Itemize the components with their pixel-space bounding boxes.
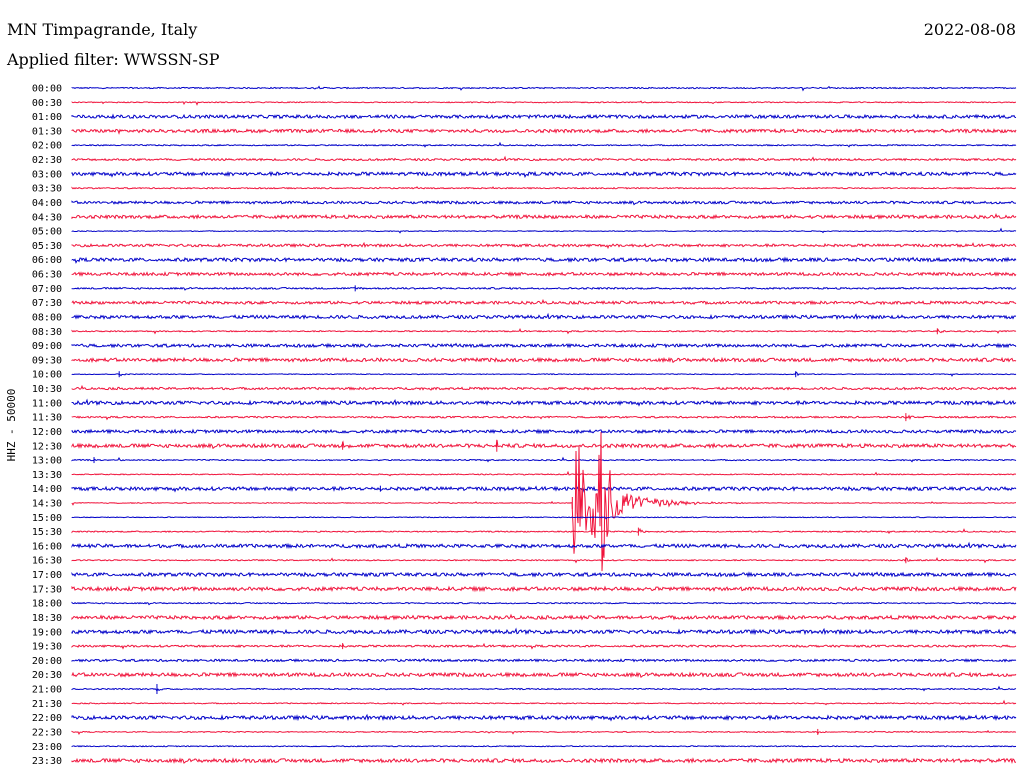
trace-0900 xyxy=(71,342,1017,349)
time-label-1900: 19:00 xyxy=(32,627,62,638)
trace-0930 xyxy=(71,356,1017,364)
trace-0130 xyxy=(71,127,1017,135)
time-label-0400: 04:00 xyxy=(32,198,62,209)
time-label-0100: 01:00 xyxy=(32,112,62,123)
trace-2230 xyxy=(71,729,1017,735)
time-label-1800: 18:00 xyxy=(32,599,62,610)
time-label-1030: 10:30 xyxy=(32,384,62,395)
time-label-1430: 14:30 xyxy=(32,498,62,509)
trace-1100 xyxy=(71,398,1017,407)
time-label-0200: 02:00 xyxy=(32,141,62,152)
time-label-0230: 02:30 xyxy=(32,155,62,166)
trace-0530 xyxy=(71,241,1017,250)
time-label-0330: 03:30 xyxy=(32,184,62,195)
time-label-0700: 07:00 xyxy=(32,284,62,295)
time-label-1330: 13:30 xyxy=(32,470,62,481)
time-label-0030: 00:30 xyxy=(32,98,62,109)
time-label-1930: 19:30 xyxy=(32,642,62,653)
trace-1130 xyxy=(71,414,1017,421)
trace-1230 xyxy=(71,440,1017,450)
time-label-1830: 18:30 xyxy=(32,613,62,624)
trace-0400 xyxy=(71,200,1017,206)
trace-1730 xyxy=(71,585,1017,593)
trace-1430 xyxy=(71,432,1017,572)
time-label-1300: 13:00 xyxy=(32,456,62,467)
trace-2200 xyxy=(71,713,1017,722)
time-label-0900: 09:00 xyxy=(32,341,62,352)
trace-1930 xyxy=(71,642,1017,650)
time-label-1600: 16:00 xyxy=(32,541,62,552)
time-label-0930: 09:30 xyxy=(32,355,62,366)
time-label-2030: 20:30 xyxy=(32,670,62,681)
time-label-0000: 00:00 xyxy=(32,84,62,95)
trace-0830 xyxy=(71,328,1017,335)
trace-0500 xyxy=(71,227,1017,234)
time-label-2130: 21:30 xyxy=(32,699,62,710)
time-label-2100: 21:00 xyxy=(32,685,62,696)
trace-2300 xyxy=(71,745,1017,748)
trace-1030 xyxy=(71,384,1017,391)
time-label-0500: 05:00 xyxy=(32,227,62,238)
time-label-1000: 10:00 xyxy=(32,370,62,381)
helicorder-plot: 00:00 00:30 01:00 01:30 02:00 02:30 03:00 03:30… xyxy=(32,84,1017,768)
trace-0600 xyxy=(71,256,1017,264)
time-label-0530: 05:30 xyxy=(32,241,62,252)
trace-0030 xyxy=(71,100,1017,106)
trace-1830 xyxy=(71,613,1017,621)
time-label-2230: 22:30 xyxy=(32,727,62,738)
time-label-2000: 20:00 xyxy=(32,656,62,667)
time-label-0730: 07:30 xyxy=(32,298,62,309)
time-label-0130: 01:30 xyxy=(32,126,62,137)
trace-2130 xyxy=(71,699,1017,706)
trace-0300 xyxy=(71,170,1017,178)
trace-1000 xyxy=(71,371,1017,377)
time-label-1500: 15:00 xyxy=(32,513,62,524)
trace-0800 xyxy=(71,312,1017,321)
trace-2000 xyxy=(71,657,1017,663)
trace-1330 xyxy=(71,470,1017,477)
time-label-0600: 06:00 xyxy=(32,255,62,266)
time-label-2300: 23:00 xyxy=(32,742,62,753)
trace-2100 xyxy=(71,685,1017,692)
trace-0630 xyxy=(71,271,1017,277)
time-label-2200: 22:00 xyxy=(32,713,62,724)
time-label-0800: 08:00 xyxy=(32,312,62,323)
trace-1700 xyxy=(71,571,1017,578)
time-label-0830: 08:30 xyxy=(32,327,62,338)
trace-0430 xyxy=(71,212,1017,220)
trace-0200 xyxy=(71,141,1017,148)
time-label-1400: 14:00 xyxy=(32,484,62,495)
trace-0230 xyxy=(71,155,1017,162)
time-label-1700: 17:00 xyxy=(32,570,62,581)
time-label-1530: 15:30 xyxy=(32,527,62,538)
trace-1400 xyxy=(71,485,1017,493)
time-label-1130: 11:30 xyxy=(32,413,62,424)
time-label-1200: 12:00 xyxy=(32,427,62,438)
trace-1200 xyxy=(71,428,1017,435)
trace-0000 xyxy=(71,85,1017,92)
trace-1600 xyxy=(71,541,1017,550)
trace-2030 xyxy=(71,671,1017,679)
time-label-1100: 11:00 xyxy=(32,398,62,409)
trace-1300 xyxy=(71,456,1017,463)
time-label-0630: 06:30 xyxy=(32,270,62,281)
time-label-1630: 16:30 xyxy=(32,556,62,567)
trace-1630 xyxy=(71,556,1017,564)
trace-0730 xyxy=(71,298,1017,306)
trace-1800 xyxy=(71,601,1017,606)
time-label-1230: 12:30 xyxy=(32,441,62,452)
time-label-2330: 23:30 xyxy=(32,756,62,767)
time-label-0300: 03:00 xyxy=(32,169,62,180)
seismic-traces xyxy=(71,85,1017,765)
time-label-0430: 04:30 xyxy=(32,212,62,223)
trace-0100 xyxy=(71,113,1017,120)
trace-1900 xyxy=(71,627,1017,636)
trace-0700 xyxy=(71,286,1017,291)
trace-1530 xyxy=(71,527,1017,535)
trace-2330 xyxy=(71,757,1017,765)
trace-1500 xyxy=(71,516,1017,520)
trace-0330 xyxy=(71,186,1017,190)
time-label-1730: 17:30 xyxy=(32,584,62,595)
time-labels: 00:00 00:30 01:00 01:30 02:00 02:30 03:00 03:30… xyxy=(32,84,62,768)
